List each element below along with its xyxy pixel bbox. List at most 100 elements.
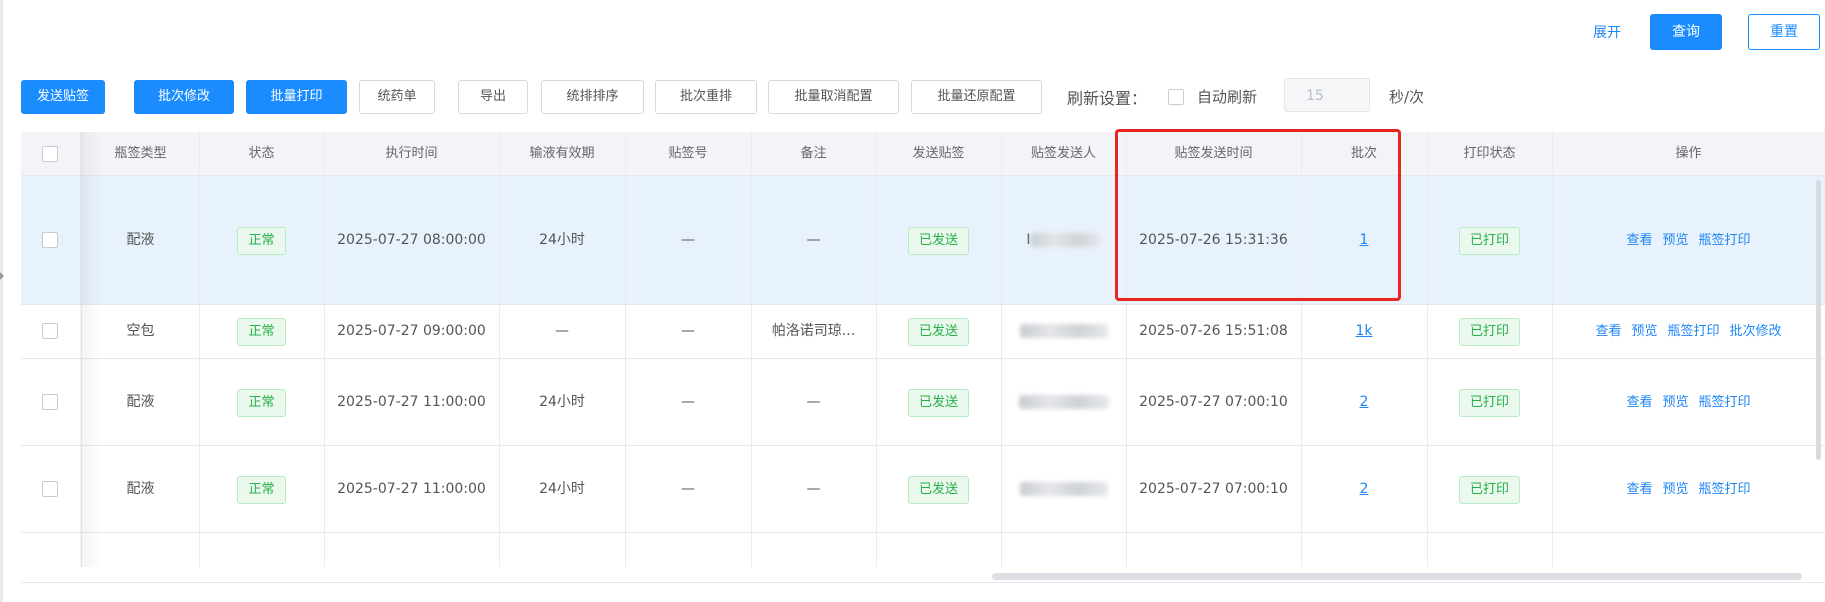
batch-cancel-config-button[interactable]: 批量取消配置: [768, 80, 899, 114]
batch-link[interactable]: 1k: [1355, 323, 1372, 339]
column-divider: [1427, 132, 1428, 567]
cell-status: 正常: [199, 305, 324, 358]
label-print-link[interactable]: 瓶签打印: [1699, 482, 1751, 497]
column-divider: [1552, 132, 1553, 567]
refresh-interval-unit: 秒/次: [1389, 88, 1425, 106]
preview-link[interactable]: 预览: [1631, 324, 1657, 339]
cell-exec-time: 2025-07-27 09:00:00: [337, 323, 486, 339]
highlight-box: [1115, 129, 1401, 301]
cell-sent: 已发送: [876, 446, 1001, 532]
horizontal-scrollbar[interactable]: [992, 573, 1802, 580]
cell-sent: 已发送: [876, 359, 1001, 445]
cell-remark: 帕洛诺司琼...: [771, 323, 856, 339]
batch-link[interactable]: 2: [1360, 394, 1369, 410]
col-status[interactable]: 状态: [199, 132, 324, 175]
col-actions: 操作: [1675, 146, 1702, 161]
col-remark[interactable]: 备注: [751, 132, 876, 175]
col-label-no[interactable]: 贴签号: [625, 132, 751, 175]
cell-print-status: 已打印: [1427, 446, 1552, 532]
label-print-link[interactable]: 瓶签打印: [1668, 324, 1720, 339]
vertical-scrollbar[interactable]: [1816, 180, 1821, 460]
cell-batch: 2: [1301, 359, 1427, 445]
col-sent[interactable]: 发送贴签: [876, 132, 1001, 175]
cell-label-type: 配液: [126, 232, 155, 248]
cell-sender: [1001, 305, 1126, 358]
batch-rearrange-button[interactable]: 批次重排: [655, 80, 757, 114]
column-divider: [499, 132, 500, 567]
cell-label-type: 空包: [126, 323, 155, 339]
batch-modify-button[interactable]: 批次修改: [134, 80, 234, 114]
row-checkbox[interactable]: [42, 394, 58, 410]
cell-sender: [1001, 359, 1126, 445]
cell-sender: [1001, 446, 1126, 532]
refresh-interval-input[interactable]: 15: [1284, 78, 1370, 112]
cell-sent: 已发送: [876, 305, 1001, 358]
view-link[interactable]: 查看: [1626, 233, 1652, 248]
cell-print-status: 已打印: [1427, 305, 1552, 358]
auto-refresh-checkbox[interactable]: [1168, 89, 1184, 105]
cell-label-no: —: [681, 323, 695, 339]
sent-badge: 已发送: [907, 476, 969, 504]
col-exec-time[interactable]: 执行时间: [324, 132, 499, 175]
cell-send-time: 2025-07-27 07:00:10: [1139, 394, 1288, 410]
cell-batch: 2: [1301, 446, 1427, 532]
redacted-sender: [1018, 395, 1109, 409]
table-row[interactable]: 配液 正常 2025-07-27 11:00:00 24小时 — — 已发送 2…: [21, 446, 1825, 533]
preview-link[interactable]: 预览: [1662, 395, 1688, 410]
row-checkbox[interactable]: [42, 481, 58, 497]
batch-restore-config-button[interactable]: 批量还原配置: [911, 80, 1042, 114]
column-divider: [81, 132, 82, 567]
redacted-sender: [1019, 324, 1108, 338]
cell-label-type: 配液: [126, 394, 155, 410]
cell-actions: 查看 预览 瓶签打印: [1552, 359, 1825, 445]
col-print-status[interactable]: 打印状态: [1427, 132, 1552, 175]
print-status-badge: 已打印: [1458, 476, 1520, 504]
view-link[interactable]: 查看: [1595, 324, 1621, 339]
reset-button[interactable]: 重置: [1748, 14, 1820, 50]
cell-validity: 24小时: [539, 394, 585, 410]
send-label-button[interactable]: 发送贴签: [21, 80, 105, 114]
table-row[interactable]: 配液 正常 2025-07-27 11:00:00 24小时 — — 已发送 2…: [21, 359, 1825, 446]
export-button[interactable]: 导出: [458, 80, 528, 114]
view-link[interactable]: 查看: [1626, 482, 1652, 497]
batch-link[interactable]: 2: [1360, 481, 1369, 497]
batch-print-button[interactable]: 批量打印: [246, 80, 347, 114]
col-validity[interactable]: 输液有效期: [499, 132, 625, 175]
table-row[interactable]: 空包 正常 2025-07-27 09:00:00 — — 帕洛诺司琼... 已…: [21, 305, 1825, 359]
row-checkbox[interactable]: [42, 232, 58, 248]
batch-modify-link[interactable]: 批次修改: [1730, 324, 1782, 339]
col-sender[interactable]: 贴签发送人: [1001, 132, 1126, 175]
row-checkbox[interactable]: [42, 323, 58, 339]
redacted-sender: [1019, 482, 1108, 496]
table-row[interactable]: 配液 正常 2025-07-27 08:00:00 24小时 — — 已发送 I…: [21, 176, 1825, 305]
print-status-badge: 已打印: [1458, 389, 1520, 417]
column-divider: [751, 132, 752, 567]
cell-validity: 24小时: [539, 232, 585, 248]
sort-button[interactable]: 统排排序: [541, 80, 644, 114]
preview-link[interactable]: 预览: [1662, 233, 1688, 248]
left-border: [0, 0, 3, 602]
column-divider: [1001, 132, 1002, 567]
view-link[interactable]: 查看: [1626, 395, 1652, 410]
print-status-badge: 已打印: [1458, 318, 1520, 346]
col-label-type[interactable]: 瓶签类型: [82, 132, 199, 175]
expand-link[interactable]: 展开: [1593, 22, 1621, 42]
table-row-partial[interactable]: [21, 533, 1825, 567]
select-all-checkbox[interactable]: [42, 146, 58, 162]
cell-send-time: 2025-07-26 15:51:08: [1139, 323, 1288, 339]
query-button[interactable]: 查询: [1650, 14, 1722, 50]
cell-remark: —: [806, 232, 821, 248]
cell-status: 正常: [199, 176, 324, 304]
drug-list-button[interactable]: 统药单: [359, 80, 435, 114]
cell-status: 正常: [199, 359, 324, 445]
label-print-link[interactable]: 瓶签打印: [1699, 395, 1751, 410]
cell-batch: 1k: [1301, 305, 1427, 358]
print-status-badge: 已打印: [1458, 227, 1520, 255]
label-print-link[interactable]: 瓶签打印: [1699, 233, 1751, 248]
sent-badge: 已发送: [907, 227, 969, 255]
cell-validity: —: [555, 323, 569, 339]
cell-actions: 查看 预览 瓶签打印: [1552, 176, 1825, 304]
collapse-arrow-icon[interactable]: [0, 272, 4, 280]
data-table: 瓶签类型 状态 执行时间 输液有效期 贴签号 备注 发送贴签 贴签发送人 贴签发…: [21, 132, 1825, 567]
preview-link[interactable]: 预览: [1662, 482, 1688, 497]
